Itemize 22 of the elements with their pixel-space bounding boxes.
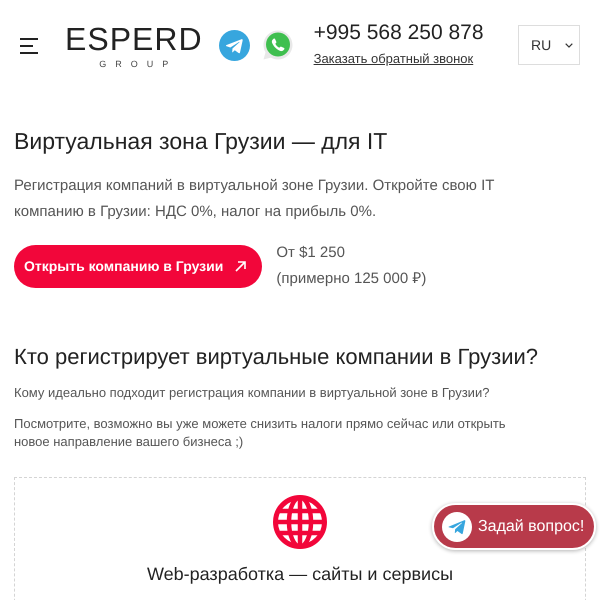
telegram-badge-icon [442, 512, 472, 542]
ask-question-button[interactable]: Задай вопрос! [432, 503, 596, 550]
hero-title: Виртуальная зона Грузии — для IT [14, 127, 388, 156]
menu-icon[interactable] [20, 38, 40, 54]
price-note: (примерно 125 000 ₽) [276, 269, 426, 289]
language-select[interactable]: RU [518, 25, 580, 65]
arrow-up-right-icon [235, 260, 246, 272]
logo-wordmark[interactable]: ESPERD [65, 21, 203, 57]
service-title: Web-разработка — сайты и сервисы [146, 563, 454, 586]
hero-description: Регистрация компаний в виртуальной зоне Грузии. Откройте свою IT компанию в Грузии: НДС 0%, налог на прибыль 0%. [14, 176, 496, 222]
section-intro: Кому идеально подходит регистрация компании в виртуальной зоне в Грузии? [14, 384, 490, 402]
chevron-down-icon [565, 42, 573, 48]
section-note: Посмотрите, возможно вы уже можете снизить налоги прямо сейчас или открыть новое направление вашего бизнеса ;) [14, 415, 507, 451]
telegram-icon[interactable] [218, 30, 250, 60]
section-title: Кто регистрирует виртуальные компании в Грузии? [14, 343, 540, 371]
price-text: От $1 250 [276, 243, 346, 263]
globe-icon [272, 494, 328, 550]
callback-link[interactable]: Заказать обратный звонок [314, 50, 474, 68]
whatsapp-icon[interactable] [262, 29, 294, 61]
phone-number[interactable]: +995 568 250 878 [314, 20, 484, 46]
logo-subtitle: GROUP [98, 59, 178, 69]
open-company-button[interactable]: Открыть компанию в Грузии [14, 244, 262, 288]
